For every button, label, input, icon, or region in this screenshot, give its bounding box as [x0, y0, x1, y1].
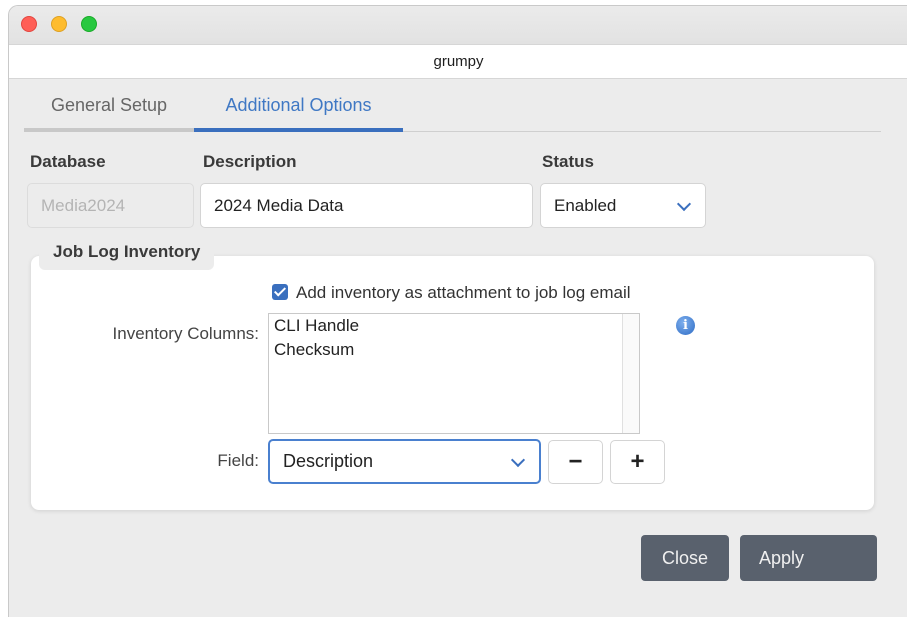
status-label: Status — [542, 152, 594, 171]
tab-general-setup[interactable]: General Setup — [24, 78, 194, 132]
list-item[interactable]: CLI Handle — [274, 316, 359, 336]
zoom-window-icon[interactable] — [81, 16, 97, 32]
info-icon[interactable]: i — [676, 316, 695, 335]
app-window: grumpy General Setup Additional Options … — [8, 5, 907, 617]
tab-underline — [24, 128, 194, 132]
remove-column-button[interactable]: − — [548, 440, 603, 484]
inventory-columns-list[interactable]: CLI Handle Checksum — [268, 313, 640, 434]
description-field[interactable]: 2024 Media Data — [200, 183, 533, 228]
window-title: grumpy — [9, 44, 907, 79]
field-label: Field: — [217, 451, 259, 470]
tab-active-underline — [194, 128, 403, 132]
add-column-button[interactable]: + — [610, 440, 665, 484]
close-window-icon[interactable] — [21, 16, 37, 32]
tab-label: General Setup — [50, 94, 168, 115]
attach-inventory-label[interactable]: Add inventory as attachment to job log e… — [296, 283, 631, 303]
database-label: Database — [30, 152, 106, 171]
chevron-down-icon — [510, 452, 526, 467]
status-select[interactable]: Enabled — [540, 183, 706, 228]
minimize-window-icon[interactable] — [51, 16, 67, 32]
chevron-down-icon — [676, 196, 692, 211]
description-label: Description — [203, 152, 297, 171]
field-value: Description — [283, 451, 374, 471]
attach-inventory-checkbox[interactable] — [272, 284, 288, 300]
close-button[interactable]: Close — [641, 535, 729, 581]
apply-button[interactable]: Apply — [740, 535, 877, 581]
tab-label: Additional Options — [225, 94, 372, 115]
database-field: Media2024 — [27, 183, 194, 228]
list-scrollbar[interactable] — [622, 314, 639, 433]
tab-bar: General Setup Additional Options — [24, 78, 881, 132]
job-log-inventory-title: Job Log Inventory — [39, 240, 215, 270]
inventory-columns-label: Inventory Columns: — [112, 324, 259, 343]
field-select[interactable]: Description — [268, 439, 541, 484]
window-titlebar — [9, 6, 907, 44]
status-value: Enabled — [554, 195, 617, 215]
list-item[interactable]: Checksum — [274, 340, 354, 360]
tab-additional-options[interactable]: Additional Options — [194, 78, 403, 132]
